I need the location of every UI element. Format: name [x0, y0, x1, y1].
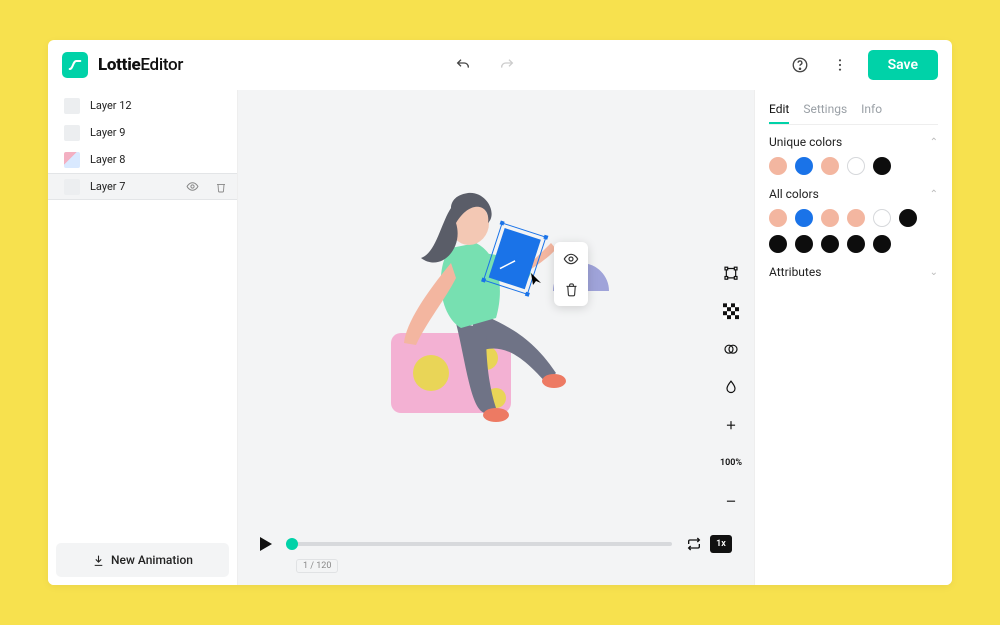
- new-animation-label: New Animation: [111, 553, 193, 567]
- all-colors-header[interactable]: All colors ⌃: [769, 187, 938, 201]
- help-button[interactable]: [788, 53, 812, 77]
- brand-thin: Editor: [140, 55, 183, 75]
- frame-counter: 1 / 120: [296, 559, 338, 573]
- layer-label: Layer 7: [90, 180, 125, 193]
- color-swatch[interactable]: [769, 235, 787, 253]
- layer-thumbnail: [64, 98, 80, 114]
- color-swatch[interactable]: [873, 157, 891, 175]
- fill-tool-button[interactable]: [718, 374, 744, 400]
- color-swatch[interactable]: [847, 235, 865, 253]
- header: LottieEditor Save: [48, 40, 952, 90]
- illustration: [356, 163, 636, 423]
- new-animation-button[interactable]: New Animation: [56, 543, 229, 577]
- layer-item[interactable]: Layer 9: [48, 119, 237, 146]
- playback-bar: 1x 1 / 120: [238, 531, 754, 585]
- chevron-up-icon: ⌃: [930, 137, 938, 148]
- layer-item[interactable]: Layer 8: [48, 146, 237, 173]
- chevron-up-icon: ⌃: [930, 189, 938, 200]
- properties-panel: Edit Settings Info Unique colors ⌃ All col…: [754, 90, 952, 585]
- layer-thumbnail: [64, 152, 80, 168]
- eye-icon[interactable]: [186, 180, 199, 193]
- layers-panel: Layer 12 Layer 9 Layer 8 Layer 7 New Animat…: [48, 90, 238, 585]
- blend-tool-button[interactable]: [718, 336, 744, 362]
- color-swatch[interactable]: [821, 157, 839, 175]
- main: Layer 12 Layer 9 Layer 8 Layer 7 New Animat…: [48, 90, 952, 585]
- visibility-toggle-button[interactable]: [560, 248, 582, 270]
- zoom-level-label: 100%: [718, 450, 744, 476]
- brand-bold: Lottie: [98, 55, 140, 75]
- redo-button[interactable]: [495, 53, 519, 77]
- layer-thumbnail: [64, 179, 80, 195]
- tab-settings[interactable]: Settings: [803, 98, 847, 124]
- app-logo-icon: [62, 52, 88, 78]
- color-swatch[interactable]: [769, 209, 787, 227]
- header-center: [193, 53, 777, 77]
- layer-label: Layer 12: [90, 99, 132, 112]
- color-swatch[interactable]: [795, 209, 813, 227]
- layer-list: Layer 12 Layer 9 Layer 8 Layer 7: [48, 90, 237, 535]
- all-colors-row: [769, 209, 938, 253]
- color-swatch[interactable]: [821, 209, 839, 227]
- timeline-scrubber[interactable]: [286, 542, 672, 546]
- zoom-in-button[interactable]: [718, 412, 744, 438]
- delete-button[interactable]: [560, 278, 582, 300]
- color-swatch[interactable]: [847, 209, 865, 227]
- tab-info[interactable]: Info: [861, 98, 882, 124]
- color-swatch[interactable]: [873, 235, 891, 253]
- color-swatch[interactable]: [873, 209, 891, 227]
- color-swatch[interactable]: [847, 157, 865, 175]
- color-swatch[interactable]: [899, 209, 917, 227]
- canvas-tools: 100%: [718, 260, 744, 514]
- app-title: LottieEditor: [98, 55, 183, 75]
- trash-icon[interactable]: [215, 181, 227, 193]
- save-button[interactable]: Save: [868, 50, 938, 80]
- unique-colors-title: Unique colors: [769, 135, 842, 149]
- more-menu-button[interactable]: [828, 53, 852, 77]
- canvas-stage[interactable]: 100%: [238, 90, 754, 531]
- layer-item[interactable]: Layer 12: [48, 92, 237, 119]
- all-colors-title: All colors: [769, 187, 819, 201]
- layer-label: Layer 9: [90, 126, 125, 139]
- layer-thumbnail: [64, 125, 80, 141]
- attributes-header[interactable]: Attributes ⌄: [769, 265, 938, 279]
- play-button[interactable]: [260, 537, 272, 551]
- layer-label: Layer 8: [90, 153, 125, 166]
- unique-colors-header[interactable]: Unique colors ⌃: [769, 135, 938, 149]
- selection-toolbar: [554, 242, 588, 306]
- properties-tabs: Edit Settings Info: [769, 98, 938, 125]
- header-right: Save: [788, 50, 938, 80]
- color-swatch[interactable]: [769, 157, 787, 175]
- chevron-down-icon: ⌄: [930, 267, 938, 278]
- transform-tool-button[interactable]: [718, 260, 744, 286]
- color-swatch[interactable]: [821, 235, 839, 253]
- transparency-tool-button[interactable]: [718, 298, 744, 324]
- loop-toggle-button[interactable]: [686, 536, 702, 552]
- layer-item[interactable]: Layer 7: [48, 173, 237, 200]
- app-window: LottieEditor Save Layer 12 Layer 9 Layer 8…: [48, 40, 952, 585]
- attributes-title: Attributes: [769, 265, 821, 279]
- zoom-out-button[interactable]: [718, 488, 744, 514]
- undo-button[interactable]: [451, 53, 475, 77]
- canvas-area: 100% 1x 1 / 120: [238, 90, 754, 585]
- color-swatch[interactable]: [795, 157, 813, 175]
- playback-speed-button[interactable]: 1x: [710, 535, 732, 553]
- timeline-playhead[interactable]: [286, 538, 298, 550]
- unique-colors-row: [769, 157, 938, 175]
- tab-edit[interactable]: Edit: [769, 98, 789, 124]
- color-swatch[interactable]: [795, 235, 813, 253]
